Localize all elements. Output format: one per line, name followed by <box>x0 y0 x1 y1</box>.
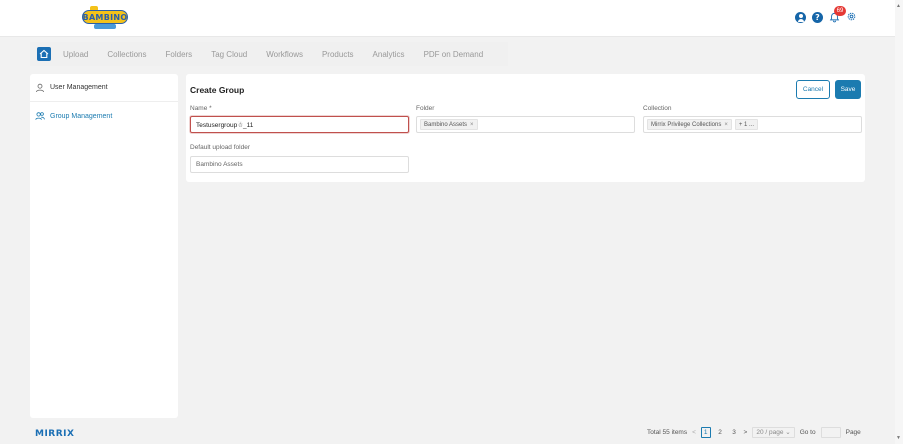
cancel-button[interactable]: Cancel <box>796 80 830 99</box>
logo-badge: BAMBINO <box>82 10 128 24</box>
page-3[interactable]: 3 <box>730 429 739 436</box>
nav-products[interactable]: Products <box>322 50 354 59</box>
default-folder-label: Default upload folder <box>190 144 250 151</box>
nav-workflows[interactable]: Workflows <box>266 50 303 59</box>
page-suffix-label: Page <box>845 429 861 436</box>
notifications-button[interactable]: 69 <box>829 6 846 23</box>
nav-collections[interactable]: Collections <box>107 50 146 59</box>
bambino-logo[interactable]: BAMBINO <box>82 6 128 30</box>
logo-text: BAMBINO <box>82 12 128 22</box>
user-icon <box>36 83 44 92</box>
sidebar-item-label: User Management <box>50 84 108 91</box>
save-button[interactable]: Save <box>835 80 861 99</box>
help-icon[interactable] <box>812 12 823 23</box>
folder-tag-label: Bambino Assets <box>424 121 468 128</box>
gear-icon <box>847 12 856 21</box>
mirrix-footer-logo: MIRRIX <box>35 429 75 439</box>
sidebar-item-group-management[interactable]: Group Management <box>30 102 178 130</box>
create-group-panel: Create Group Cancel Save Name * Testuser… <box>186 74 865 182</box>
total-items: Total 55 items <box>647 429 688 436</box>
collection-more-tag[interactable]: + 1 ... <box>734 119 759 130</box>
name-label: Name * <box>190 105 212 112</box>
users-icon <box>35 112 45 120</box>
page-2[interactable]: 2 <box>716 429 725 436</box>
collection-select[interactable]: Mirrix Privilege Collections × + 1 ... <box>643 116 862 133</box>
page-size-select[interactable]: 20 / page ⌄ <box>752 427 795 438</box>
collection-tag-label: Mirrix Privilege Collections <box>651 121 722 128</box>
scroll-down-icon[interactable]: ▼ <box>896 435 901 441</box>
default-folder-value: Bambino Assets <box>196 161 243 168</box>
scroll-up-icon[interactable]: ▲ <box>896 3 901 9</box>
notification-count-badge: 69 <box>834 6 846 16</box>
goto-label: Go to <box>799 429 816 436</box>
settings-button[interactable] <box>846 11 857 24</box>
nav-pdf-on-demand[interactable]: PDF on Demand <box>424 50 484 59</box>
remove-tag-icon[interactable]: × <box>724 122 728 128</box>
header-actions: 69 <box>795 6 857 24</box>
page-1[interactable]: 1 <box>700 427 711 438</box>
remove-tag-icon[interactable]: × <box>470 122 474 128</box>
name-input-value: Testusergroup☃_11 <box>196 121 254 129</box>
folder-select[interactable]: Bambino Assets × <box>416 116 635 133</box>
home-icon <box>39 49 49 59</box>
user-account-icon[interactable] <box>795 12 806 23</box>
nav-tag-cloud[interactable]: Tag Cloud <box>211 50 247 59</box>
chevron-down-icon: ⌄ <box>785 429 791 436</box>
top-bar: BAMBINO 69 <box>0 0 895 37</box>
sidebar-item-user-management[interactable]: User Management <box>30 74 178 102</box>
panel-title: Create Group <box>190 85 245 95</box>
admin-sidebar: User Management Group Management <box>30 74 178 418</box>
pagination: Total 55 items < 1 2 3 > 20 / page ⌄ Go … <box>647 427 861 438</box>
default-upload-folder-input[interactable]: Bambino Assets <box>190 156 409 173</box>
main-nav: Upload Collections Folders Tag Cloud Wor… <box>30 42 508 66</box>
logo-subbanner <box>94 24 116 29</box>
folder-tag: Bambino Assets × <box>420 119 478 130</box>
page-size-value: 20 / page <box>756 429 784 436</box>
prev-page-icon[interactable]: < <box>692 429 696 436</box>
nav-analytics[interactable]: Analytics <box>373 50 405 59</box>
sidebar-item-label: Group Management <box>50 112 113 120</box>
name-input[interactable]: Testusergroup☃_11 <box>190 116 409 133</box>
goto-page-input[interactable] <box>820 427 841 438</box>
home-button[interactable] <box>37 47 51 61</box>
nav-upload[interactable]: Upload <box>63 50 88 59</box>
nav-folders[interactable]: Folders <box>166 50 193 59</box>
folder-label: Folder <box>416 105 435 112</box>
page-scrollbar[interactable]: ▲ ▼ <box>895 0 903 444</box>
next-page-icon[interactable]: > <box>744 429 748 436</box>
collection-tag: Mirrix Privilege Collections × <box>647 119 732 130</box>
collection-label: Collection <box>643 105 672 112</box>
